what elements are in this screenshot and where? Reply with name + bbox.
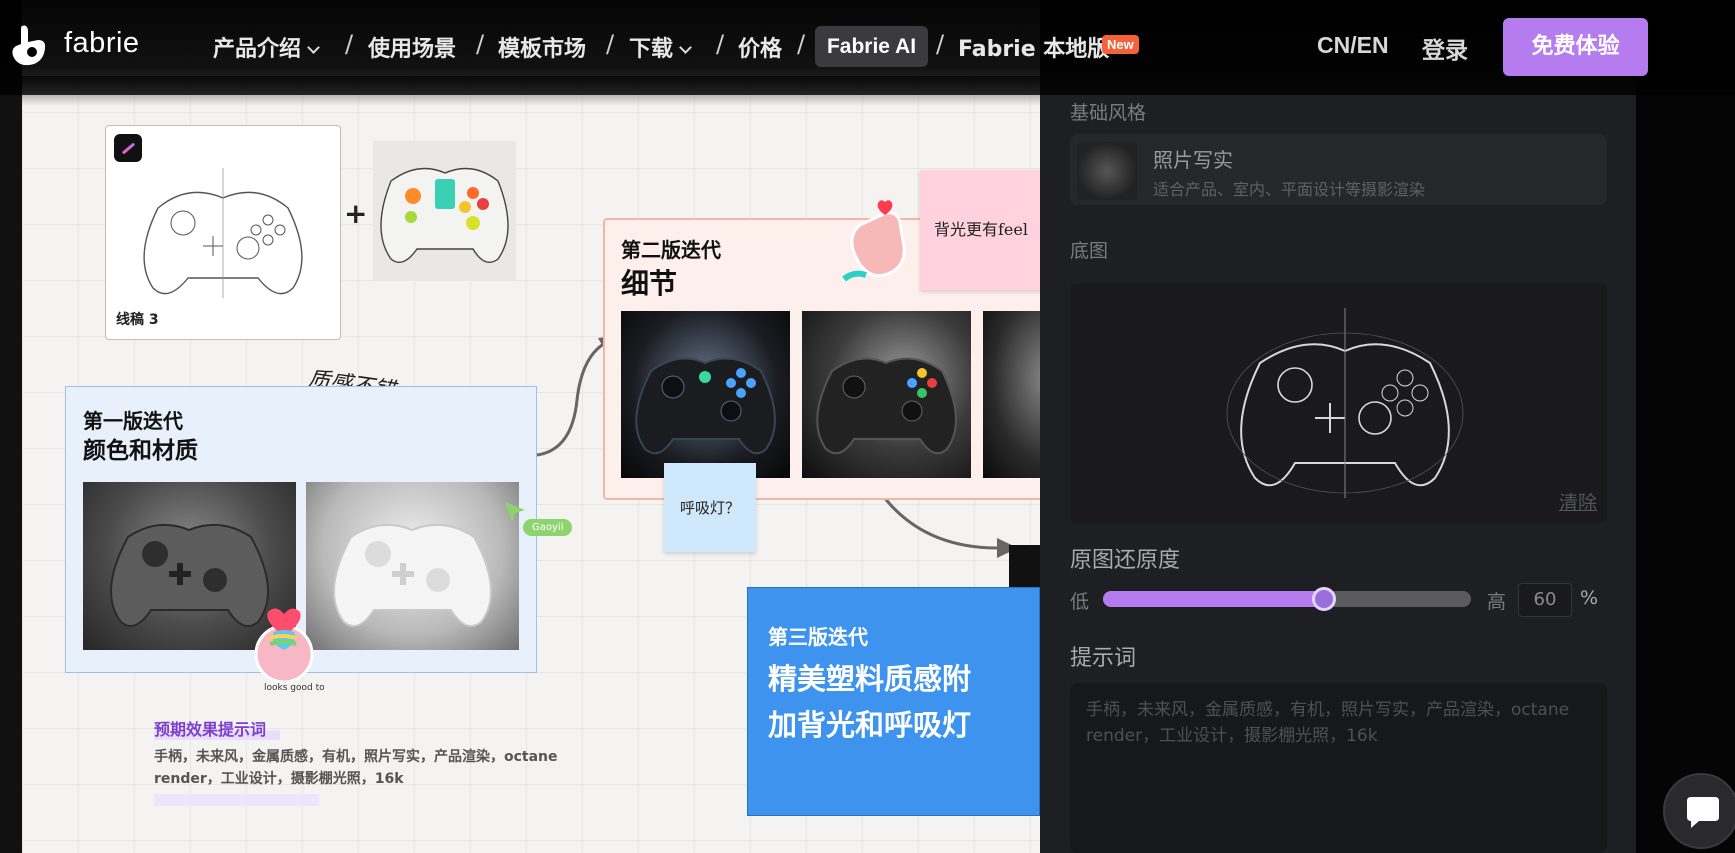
base-image-label: 底图 — [1070, 240, 1109, 262]
prompt-label: 提示词 — [1070, 646, 1137, 671]
sketch-card[interactable]: 线稿 3 — [105, 125, 341, 340]
slider-high-label: 高 — [1487, 591, 1507, 613]
collaborator-cursor-tag: Gaoyii — [523, 519, 573, 536]
controller-photo-white[interactable] — [306, 482, 519, 650]
brand-name[interactable]: fabrie — [64, 27, 140, 60]
sticker-text: looks good to me — [264, 683, 324, 692]
nav-separator: / — [716, 30, 725, 58]
nav-use-cases[interactable]: 使用场景 — [368, 31, 456, 63]
sticky-note-pink-text: 背光更有feel — [934, 220, 1028, 239]
style-name: 照片写实 — [1153, 148, 1233, 172]
slider-low-label: 低 — [1070, 591, 1090, 613]
iteration-1-label: 第一版迭代 — [83, 409, 183, 433]
nav-download[interactable]: 下载 — [629, 31, 692, 63]
login-link[interactable]: 登录 — [1422, 31, 1468, 65]
nav-fabrie-ai[interactable]: Fabrie AI — [815, 26, 928, 67]
controller-photo-black[interactable] — [802, 311, 971, 478]
style-description: 适合产品、室内、平面设计等摄影渲染 — [1153, 180, 1426, 199]
sticky-note-blue-text: 呼吸灯？ — [680, 499, 741, 517]
iteration-2-label: 第二版迭代 — [621, 238, 721, 262]
base-image-sketch — [1226, 308, 1464, 498]
sticky-note-blue[interactable]: 呼吸灯？ — [664, 463, 756, 552]
ai-settings-panel: 基础风格 照片写实 适合产品、室内、平面设计等摄影渲染 底图 清除 原图还原度 — [1040, 0, 1636, 853]
top-navbar: fabrie 产品介绍 / 使用场景 / 模板市场 / 下载 / 价格 / Fa… — [0, 0, 1735, 95]
panel-right-background — [1636, 0, 1735, 853]
nav-download-label: 下载 — [629, 37, 674, 62]
iteration-3-card[interactable]: 第三版迭代 精美塑料质感附加背光和呼吸灯 — [747, 587, 1040, 816]
iteration-2-title: 细节 — [621, 267, 678, 300]
nav-separator: / — [476, 30, 485, 58]
new-badge: New — [1102, 35, 1139, 54]
fidelity-value-input[interactable]: 60 — [1518, 583, 1572, 617]
prompt-note-title: 预期效果提示词 — [154, 716, 281, 740]
fidelity-unit: % — [1580, 587, 1599, 609]
nav-product-intro[interactable]: 产品介绍 — [213, 31, 320, 63]
nav-separator: / — [936, 30, 945, 58]
left-edge — [0, 0, 22, 853]
iteration-3-label: 第三版迭代 — [768, 625, 868, 649]
fidelity-title: 原图还原度 — [1070, 548, 1181, 573]
base-image-preview[interactable]: 清除 — [1070, 283, 1607, 523]
chat-button[interactable] — [1663, 773, 1735, 849]
free-trial-button[interactable]: 免费体验 — [1503, 18, 1648, 76]
language-switch[interactable]: CN/EN — [1317, 32, 1389, 59]
style-section-label: 基础风格 — [1070, 102, 1147, 124]
nav-pricing[interactable]: 价格 — [738, 31, 782, 63]
sticky-note-pink[interactable]: 背光更有feel — [920, 170, 1040, 290]
chevron-down-icon — [679, 41, 692, 54]
nav-separator: / — [797, 30, 806, 58]
fabrie-logo-icon[interactable] — [8, 22, 48, 68]
page: 线稿 3 + 质感不错 第一版迭代 颜色和材质 — [0, 0, 1735, 853]
controller-photo-backlit[interactable] — [621, 311, 790, 478]
sticker-hand-heart[interactable] — [838, 197, 918, 287]
style-selector[interactable]: 照片写实 适合产品、室内、平面设计等摄影渲染 — [1070, 134, 1607, 205]
iteration-1-title: 颜色和材质 — [83, 438, 198, 464]
style-thumbnail — [1077, 142, 1137, 200]
sketch-caption: 线稿 3 — [116, 312, 159, 328]
fidelity-slider-handle[interactable] — [1312, 587, 1336, 611]
prompt-note[interactable]: 预期效果提示词 手柄，未来风，金属质感，有机，照片写实，产品渲染，octane … — [154, 716, 599, 806]
prompt-textarea[interactable]: 手柄，未来风，金属质感，有机，照片写实，产品渲染，octane render，工… — [1070, 683, 1607, 853]
nav-separator: / — [345, 30, 354, 58]
fidelity-slider[interactable] — [1103, 587, 1471, 611]
prompt-note-highlight — [154, 794, 319, 806]
whiteboard-canvas[interactable]: 线稿 3 + 质感不错 第一版迭代 颜色和材质 — [22, 0, 1040, 853]
nav-fabrie-local[interactable]: Fabrie 本地版 — [958, 31, 1109, 63]
controller-sketch — [143, 168, 303, 298]
sticker-looks-good[interactable]: looks good to me — [244, 602, 324, 692]
nav-template-market[interactable]: 模板市场 — [498, 31, 586, 63]
colored-sketch-image[interactable] — [373, 141, 516, 281]
chat-bubble-icon — [1687, 797, 1719, 828]
nav-product-intro-label: 产品介绍 — [213, 37, 302, 62]
chevron-down-icon — [307, 41, 320, 54]
iteration-3-title: 精美塑料质感附加背光和呼吸灯 — [768, 662, 972, 742]
prompt-note-text: 手柄，未来风，金属质感，有机，照片写实，产品渲染，octane render，工… — [154, 749, 558, 787]
fidelity-slider-fill — [1103, 591, 1324, 607]
nav-separator: / — [606, 30, 615, 58]
controller-photo-partial[interactable] — [983, 311, 1040, 478]
clear-base-image-link[interactable]: 清除 — [1559, 488, 1597, 515]
plus-sign: + — [344, 197, 368, 230]
